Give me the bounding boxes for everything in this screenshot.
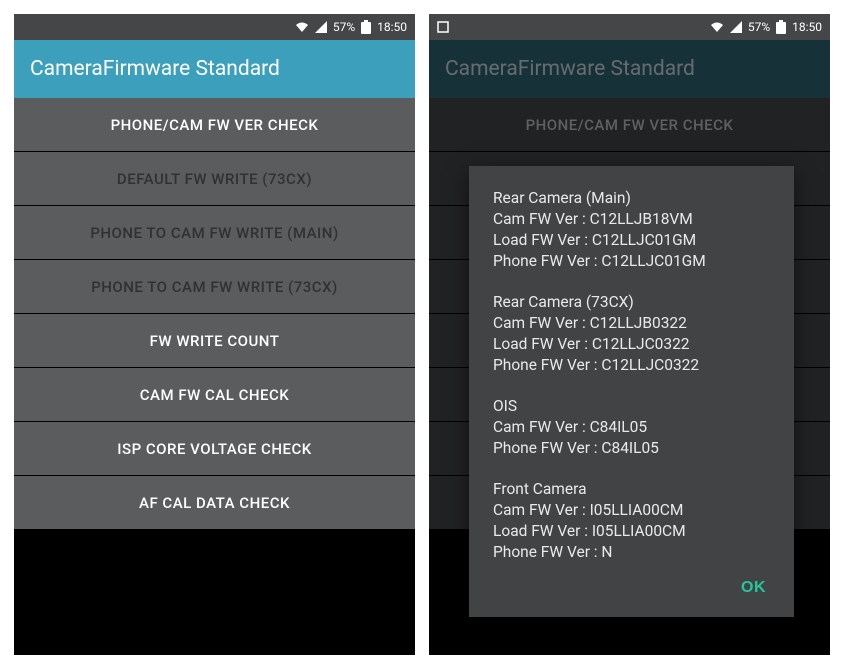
menu-item-p2c-main: PHONE TO CAM FW WRITE (MAIN): [14, 206, 415, 260]
app-bar: CameraFirmware Standard: [429, 40, 830, 98]
dialog-line: Load FW Ver : C12LLJC01GM: [493, 230, 770, 251]
signal-icon: [315, 21, 327, 33]
dialog-section: OISCam FW Ver : C84IL05Phone FW Ver : C8…: [493, 396, 770, 459]
menu-item-default-fw-write: DEFAULT FW WRITE (73CX): [14, 152, 415, 206]
ok-button[interactable]: OK: [731, 573, 776, 603]
dialog-section: Rear Camera (73CX)Cam FW Ver : C12LLJB03…: [493, 292, 770, 376]
status-bar: 57% 18:50: [429, 14, 830, 40]
dialog-section: Rear Camera (Main)Cam FW Ver : C12LLJB18…: [493, 188, 770, 272]
dialog-line: Cam FW Ver : C12LLJB18VM: [493, 209, 770, 230]
signal-icon: [730, 21, 742, 33]
dialog-line: Phone FW Ver : C12LLJC0322: [493, 355, 770, 376]
menu-item-fw-ver-check[interactable]: PHONE/CAM FW VER CHECK: [14, 98, 415, 152]
menu-item-label: PHONE/CAM FW VER CHECK: [111, 116, 319, 134]
menu-item-fw-ver-check: PHONE/CAM FW VER CHECK: [429, 98, 830, 152]
menu-item-label: PHONE TO CAM FW WRITE (MAIN): [90, 224, 338, 242]
dialog-line: Cam FW Ver : C12LLJB0322: [493, 313, 770, 334]
dialog-section-title: OIS: [493, 396, 770, 417]
battery-icon: [776, 20, 786, 34]
dialog-line: Phone FW Ver : C12LLJC01GM: [493, 251, 770, 272]
dialog-section-title: Rear Camera (73CX): [493, 292, 770, 313]
menu-item-p2c-73cx: PHONE TO CAM FW WRITE (73CX): [14, 260, 415, 314]
app-title: CameraFirmware Standard: [445, 57, 695, 81]
dialog-line: Phone FW Ver : C84IL05: [493, 438, 770, 459]
menu-list-left: PHONE/CAM FW VER CHECK DEFAULT FW WRITE (…: [14, 98, 415, 655]
battery-icon: [361, 20, 371, 34]
dialog-body: Rear Camera (Main)Cam FW Ver : C12LLJB18…: [469, 166, 794, 565]
menu-item-fw-write-count[interactable]: FW WRITE COUNT: [14, 314, 415, 368]
menu-item-label: CAM FW CAL CHECK: [140, 386, 290, 404]
battery-pct: 57%: [748, 20, 770, 34]
dialog-section-title: Front Camera: [493, 479, 770, 500]
menu-item-label: PHONE/CAM FW VER CHECK: [526, 116, 734, 134]
dialog-line: Cam FW Ver : I05LLIA00CM: [493, 500, 770, 521]
dialog-section: Front CameraCam FW Ver : I05LLIA00CMLoad…: [493, 479, 770, 563]
fw-version-dialog: Rear Camera (Main)Cam FW Ver : C12LLJB18…: [469, 166, 794, 617]
menu-item-label: ISP CORE VOLTAGE CHECK: [117, 440, 312, 458]
wifi-icon: [295, 21, 309, 33]
menu-item-af-cal[interactable]: AF CAL DATA CHECK: [14, 476, 415, 530]
battery-pct: 57%: [333, 20, 355, 34]
menu-item-label: AF CAL DATA CHECK: [139, 494, 290, 512]
screen-left: 57% 18:50 CameraFirmware Standard PHONE/…: [14, 14, 415, 655]
app-bar: CameraFirmware Standard: [14, 40, 415, 98]
dialog-line: Load FW Ver : C12LLJC0322: [493, 334, 770, 355]
app-title: CameraFirmware Standard: [30, 57, 280, 81]
menu-item-cam-cal-check[interactable]: CAM FW CAL CHECK: [14, 368, 415, 422]
clock: 18:50: [792, 20, 822, 34]
clock: 18:50: [377, 20, 407, 34]
dialog-line: Phone FW Ver : N: [493, 542, 770, 563]
screenshot-indicator-icon: [437, 21, 449, 33]
menu-item-label: DEFAULT FW WRITE (73CX): [117, 170, 312, 188]
menu-item-label: FW WRITE COUNT: [150, 332, 280, 350]
dialog-actions: OK: [469, 565, 794, 617]
dialog-line: Load FW Ver : I05LLIA00CM: [493, 521, 770, 542]
dialog-line: Cam FW Ver : C84IL05: [493, 417, 770, 438]
status-bar: 57% 18:50: [14, 14, 415, 40]
wifi-icon: [710, 21, 724, 33]
menu-item-isp-voltage[interactable]: ISP CORE VOLTAGE CHECK: [14, 422, 415, 476]
dialog-section-title: Rear Camera (Main): [493, 188, 770, 209]
screen-right: 57% 18:50 CameraFirmware Standard PHONE/…: [429, 14, 830, 655]
menu-item-label: PHONE TO CAM FW WRITE (73CX): [91, 278, 338, 296]
